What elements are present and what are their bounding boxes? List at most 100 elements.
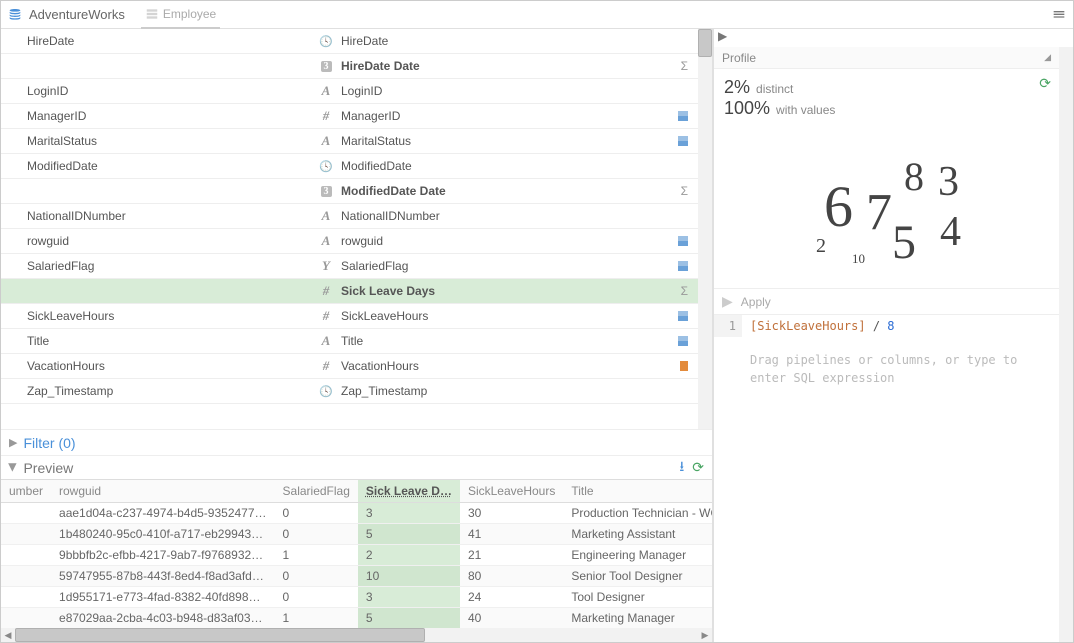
mapping-row[interactable]: SickLeaveHours SickLeaveHours [1, 304, 698, 329]
table-cell: 40 [460, 608, 563, 629]
mapping-scrollbar[interactable] [698, 29, 712, 429]
mapping-row[interactable]: NationalIDNumberNationalIDNumber [1, 204, 698, 229]
mapping-target: ManagerID [317, 108, 658, 124]
mapping-target-name: SickLeaveHours [341, 309, 428, 323]
mapping-row[interactable]: TitleTitle [1, 329, 698, 354]
expression-hint: Drag pipelines or columns, or type to en… [714, 337, 1059, 395]
datatype-icon [317, 233, 335, 249]
wordcloud-value: 3 [938, 158, 959, 206]
table-cell: 21 [460, 545, 563, 566]
dropdown-icon[interactable]: ◢ [1044, 52, 1051, 63]
grid-marker-icon [678, 336, 688, 346]
table-cell: 0 [275, 503, 358, 524]
mapping-source: ManagerID [27, 109, 317, 123]
mapping-source: rowguid [27, 234, 317, 248]
mapping-source: SickLeaveHours [27, 309, 317, 323]
filter-section-header[interactable]: ▶ Filter (0) [1, 429, 712, 455]
mapping-target: Zap_Timestamp [317, 383, 658, 399]
mapping-marker [658, 136, 698, 146]
mapping-row[interactable]: ManagerIDManagerID [1, 104, 698, 129]
table-cell: 30 [460, 503, 563, 524]
table-row[interactable]: 1d955171-e773-4fad-8382-40fd898…0324Tool… [1, 587, 712, 608]
mapping-target: Title [317, 333, 658, 349]
table-cell: 59747955-87b8-443f-8ed4-f8ad3afd… [51, 566, 275, 587]
preview-h-scrollbar[interactable]: ◀ ▶ [1, 628, 712, 642]
mapping-target-name: Zap_Timestamp [341, 384, 427, 398]
mapping-target: Sick Leave Days [317, 283, 658, 299]
table-cell: 0 [275, 566, 358, 587]
table-cell: aae1d04a-c237-4974-b4d5-9352477… [51, 503, 275, 524]
mapping-marker: Σ [658, 59, 698, 73]
table-row[interactable]: 9bbbfb2c-efbb-4217-9ab7-f9768932…1221Eng… [1, 545, 712, 566]
expression-editor[interactable]: 1 [SickLeaveHours] / 8 [714, 314, 1059, 337]
mapping-row[interactable]: MaritalStatus MaritalStatus [1, 129, 698, 154]
grid-marker-icon [678, 261, 688, 271]
wordcloud-value: 7 [866, 183, 892, 242]
sigma-icon: Σ [681, 184, 688, 198]
profile-title: Profile [722, 51, 756, 65]
column-header[interactable]: Sick Leave D… [358, 480, 460, 503]
table-cell: 5 [358, 608, 460, 629]
mapping-source: HireDate [27, 34, 317, 48]
mapping-row[interactable]: rowguidrowguid [1, 229, 698, 254]
wordcloud-value: 4 [940, 208, 961, 256]
preview-section-header[interactable]: ▶ Preview ⭳ ⟳ [1, 455, 712, 479]
mapping-source: LoginID [27, 84, 317, 98]
mapping-target-name: MaritalStatus [341, 134, 411, 148]
grid-marker-icon [678, 111, 688, 121]
download-icon[interactable]: ⭳ [679, 456, 684, 480]
datatype-icon [317, 108, 335, 124]
column-header[interactable]: SickLeaveHours [460, 480, 563, 503]
mapping-row[interactable]: ModifiedDate Date Σ [1, 179, 698, 204]
column-header[interactable]: Title [563, 480, 712, 503]
mapping-target-name: ModifiedDate Date [341, 184, 446, 198]
mapping-source: Title [27, 334, 317, 348]
column-header[interactable]: rowguid [51, 480, 275, 503]
table-row[interactable]: e87029aa-2cba-4c03-b948-d83af03…1540Mark… [1, 608, 712, 629]
mapping-row[interactable]: LoginIDLoginID [1, 79, 698, 104]
mapping-row[interactable]: HireDateHireDate [1, 29, 698, 54]
panel-collapse-arrow-icon[interactable]: ▶ [714, 29, 1073, 47]
column-header[interactable]: umber [1, 480, 51, 503]
table-row[interactable]: 1b480240-95c0-410f-a717-eb29943…0541Mark… [1, 524, 712, 545]
table-cell: Production Technician - WC60 [563, 503, 712, 524]
profile-panel-header[interactable]: Profile ◢ [714, 47, 1059, 69]
profile-panel-body: ⟳ 2% distinct 100% with values 678325410 [714, 69, 1059, 288]
preview-grid: umberrowguidSalariedFlagSick Leave D…Sic… [1, 479, 712, 628]
workspace-title: AdventureWorks [29, 7, 125, 22]
mapping-source: ModifiedDate [27, 159, 317, 173]
table-cell: 41 [460, 524, 563, 545]
mapping-source: MaritalStatus [27, 134, 317, 148]
column-header[interactable]: SalariedFlag [275, 480, 358, 503]
mapping-marker [658, 361, 698, 371]
mapping-row[interactable]: HireDate DateΣ [1, 54, 698, 79]
apply-button[interactable]: ▶ Apply [714, 288, 1059, 314]
mapping-row[interactable]: Sick Leave DaysΣ [1, 279, 698, 304]
mapping-row[interactable]: SalariedFlagSalariedFlag [1, 254, 698, 279]
profile-scrollbar[interactable] [1059, 47, 1073, 642]
table-row[interactable]: 59747955-87b8-443f-8ed4-f8ad3afd…01080Se… [1, 566, 712, 587]
table-cell [1, 545, 51, 566]
table-cell [1, 608, 51, 629]
expression-code[interactable]: [SickLeaveHours] / 8 [742, 319, 895, 333]
datatype-icon [317, 83, 335, 99]
table-cell [1, 587, 51, 608]
table-row[interactable]: aae1d04a-c237-4974-b4d5-9352477…0330Prod… [1, 503, 712, 524]
mapping-row[interactable]: VacationHoursVacationHours [1, 354, 698, 379]
scroll-right-arrow-icon[interactable]: ▶ [698, 628, 712, 642]
table-cell: Senior Tool Designer [563, 566, 712, 587]
refresh-icon[interactable]: ⟳ [692, 459, 704, 476]
mapping-target: MaritalStatus [317, 133, 658, 149]
profile-refresh-icon[interactable]: ⟳ [1039, 75, 1051, 92]
mapping-marker: Σ [658, 284, 698, 298]
scroll-left-arrow-icon[interactable]: ◀ [1, 628, 15, 642]
mapping-row[interactable]: ModifiedDateModifiedDate [1, 154, 698, 179]
menu-icon[interactable] [1051, 7, 1067, 23]
mapping-row[interactable]: Zap_Timestamp Zap_Timestamp [1, 379, 698, 404]
mapping-target-name: NationalIDNumber [341, 209, 440, 223]
tab-employee[interactable]: Employee [141, 1, 220, 29]
preview-label: Preview [23, 460, 73, 476]
mapping-source: Zap_Timestamp [27, 384, 317, 398]
mapping-marker [658, 236, 698, 246]
grid-marker-icon [678, 136, 688, 146]
